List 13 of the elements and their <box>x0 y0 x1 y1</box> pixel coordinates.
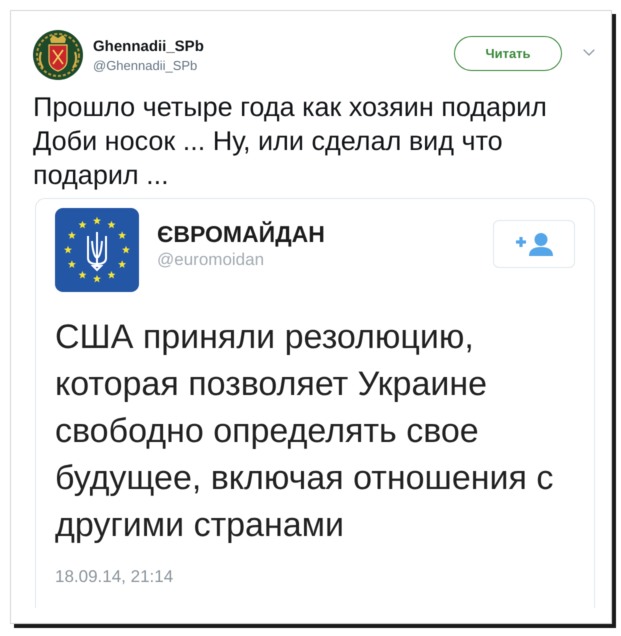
screenshot-tweet-text: США приняли резолюцию, которая позволяет Украине свободно определять свое будущее, включая отношения с другими странами <box>55 317 554 546</box>
tweet-text: Прошло четыре года как хозяин подарил Доби носок ... Ну, или сделал вид что подарил ... <box>33 91 548 192</box>
account-handle: @euromoidan <box>157 249 266 271</box>
chevron-down-icon[interactable] <box>583 49 595 56</box>
add-user-icon <box>514 232 554 256</box>
follow-button[interactable]: Читать <box>454 36 562 71</box>
author-name[interactable]: Ghennadii_SPb <box>93 38 204 56</box>
stars-trident-logo-icon <box>55 208 139 292</box>
account-name: ЄВРОМАЙДАН <box>157 221 325 247</box>
emblem-avatar-icon <box>33 30 83 80</box>
follow-button[interactable] <box>493 220 575 268</box>
timestamp: 18.09.14, 21:14 <box>55 566 174 588</box>
author-handle[interactable]: @Ghennadii_SPb <box>93 57 204 75</box>
